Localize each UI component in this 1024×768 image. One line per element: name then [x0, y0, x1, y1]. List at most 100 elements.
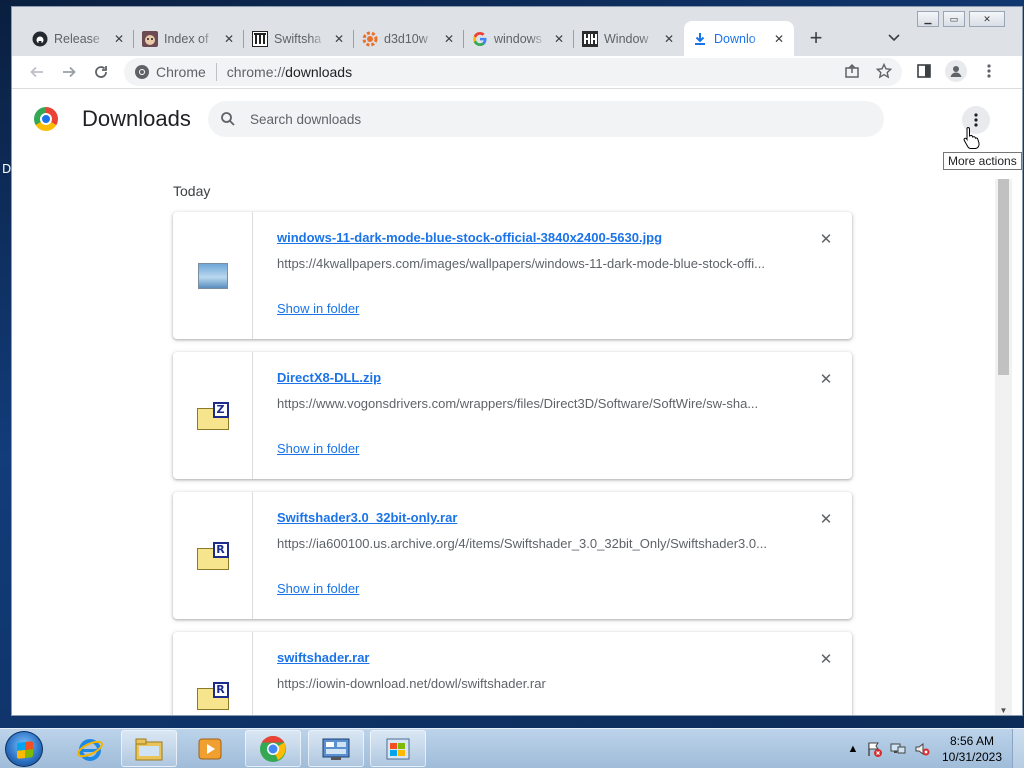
tab-search-button[interactable] [884, 26, 904, 50]
github-icon [32, 31, 48, 47]
image-file-icon [197, 262, 228, 289]
close-icon[interactable]: ✕ [222, 32, 236, 46]
taskbar-media-player[interactable] [182, 730, 238, 767]
zip-archive-icon: Z [196, 401, 229, 430]
close-window-button[interactable]: ✕ [969, 11, 1005, 27]
chrome-logo-icon [135, 65, 149, 79]
tab-title: d3d10w [384, 31, 428, 46]
volume-muted-icon[interactable] [914, 741, 930, 757]
tab-d3d10w[interactable]: d3d10w ✕ [354, 21, 464, 56]
reload-button[interactable] [88, 59, 114, 85]
tab-title: Window [604, 31, 649, 46]
page-scrollbar[interactable]: ▲ ▼ [995, 179, 1012, 715]
bookmark-button[interactable] [873, 60, 895, 82]
download-item: Z DirectX8-DLL.zip https://www.vogonsdri… [173, 352, 852, 479]
close-icon[interactable]: ✕ [772, 32, 786, 46]
page-header: Downloads [12, 90, 1022, 149]
download-item: windows-11-dark-mode-blue-stock-official… [173, 212, 852, 339]
tab-index-of[interactable]: Index of ✕ [134, 21, 244, 56]
building-icon [252, 30, 268, 47]
tab-swiftshader[interactable]: Swiftsha ✕ [244, 21, 354, 56]
share-button[interactable] [841, 60, 863, 82]
star-icon [876, 63, 892, 79]
windows-hh-icon [582, 30, 598, 47]
taskbar-clock[interactable]: 8:56 AM 10/31/2023 [936, 733, 1008, 765]
download-filename-link[interactable]: swiftshader.rar [277, 650, 370, 665]
control-panel-icon [322, 738, 350, 760]
tab-downloads[interactable]: Downlo ✕ [684, 21, 794, 56]
remove-item-button[interactable]: ✕ [817, 510, 835, 528]
tab-title: Index of [164, 31, 209, 46]
search-box[interactable] [208, 101, 884, 137]
show-hidden-icons-button[interactable]: ▲ [845, 741, 861, 757]
minimize-button[interactable]: ▁ [917, 11, 939, 27]
profile-button[interactable] [945, 60, 967, 82]
action-center-flag-icon[interactable] [866, 741, 882, 757]
browser-toolbar: Chrome chrome://downloads [12, 56, 1022, 89]
rar-archive-icon: R [196, 681, 229, 710]
network-icon[interactable] [890, 741, 906, 757]
google-icon [472, 31, 488, 47]
rar-archive-icon: R [196, 541, 229, 570]
close-icon[interactable]: ✕ [442, 32, 456, 46]
close-icon[interactable]: ✕ [332, 32, 346, 46]
show-in-folder-link[interactable]: Show in folder [277, 441, 359, 456]
taskbar-internet-explorer[interactable] [62, 730, 118, 767]
scrollbar-thumb[interactable] [998, 179, 1009, 375]
download-filename-link[interactable]: windows-11-dark-mode-blue-stock-official… [277, 230, 662, 245]
taskbar-control-panel[interactable] [308, 730, 364, 767]
tab-windows[interactable]: Window ✕ [574, 21, 684, 56]
chrome-window: Release ✕ Index of ✕ Swiftsha ✕ d3d10w ✕… [11, 6, 1023, 716]
close-icon[interactable]: ✕ [552, 32, 566, 46]
tab-windows-search[interactable]: windows ✕ [464, 21, 574, 56]
download-source-url: https://4kwallpapers.com/images/wallpape… [277, 256, 765, 271]
close-icon[interactable]: ✕ [112, 32, 126, 46]
download-source-url: https://iowin-download.net/dowl/swiftsha… [277, 676, 546, 691]
clock-date: 10/31/2023 [941, 750, 1003, 764]
tab-release[interactable]: Release ✕ [24, 21, 134, 56]
address-bar[interactable]: Chrome chrome://downloads [124, 58, 902, 86]
taskbar-chrome[interactable] [245, 730, 301, 767]
download-filename-link[interactable]: DirectX8-DLL.zip [277, 370, 381, 385]
arrow-left-icon [30, 66, 43, 78]
remove-item-button[interactable]: ✕ [817, 370, 835, 388]
show-desktop-button[interactable] [1012, 729, 1024, 768]
close-icon[interactable]: ✕ [662, 32, 676, 46]
new-tab-button[interactable]: + [804, 25, 828, 50]
show-in-folder-link[interactable]: Show in folder [277, 581, 359, 596]
more-actions-tooltip: More actions [943, 152, 1022, 170]
downloads-page: Downloads More actions Today windows-11-… [12, 90, 1022, 715]
reload-icon [95, 66, 107, 78]
side-panel-icon [917, 64, 931, 78]
security-chip-label: Chrome [156, 64, 206, 80]
chrome-logo-icon [34, 107, 58, 131]
show-in-folder-link[interactable]: Show in folder [277, 301, 359, 316]
taskbar-app-window[interactable] [370, 730, 426, 767]
scroll-down-arrow-icon[interactable]: ▼ [995, 703, 1012, 715]
back-button[interactable] [24, 59, 50, 85]
download-item: R swiftshader.rar https://iowin-download… [173, 632, 852, 715]
start-button[interactable] [5, 731, 43, 767]
download-icon [692, 31, 708, 47]
section-date-header: Today [173, 183, 211, 199]
maximize-button[interactable]: ▭ [943, 11, 965, 27]
tab-title: windows [494, 31, 542, 46]
media-player-icon [198, 738, 222, 759]
side-panel-button[interactable] [913, 60, 935, 82]
taskbar-file-explorer[interactable] [121, 730, 177, 767]
internet-explorer-icon [77, 738, 103, 761]
chrome-menu-button[interactable] [978, 60, 1000, 82]
remove-item-button[interactable]: ✕ [817, 230, 835, 248]
arrow-right-icon [63, 66, 76, 78]
desktop-icon-label: D [2, 162, 12, 176]
clock-time: 8:56 AM [949, 734, 995, 748]
forward-button[interactable] [56, 59, 82, 85]
download-filename-link[interactable]: Swiftshader3.0_32bit-only.rar [277, 510, 457, 525]
download-item: R Swiftshader3.0_32bit-only.rar https://… [173, 492, 852, 619]
taskbar: ▲ 8:56 AM 10/31/2023 [0, 728, 1024, 768]
folder-icon [135, 738, 163, 760]
kebab-icon [987, 64, 991, 78]
search-input[interactable] [250, 111, 810, 127]
remove-item-button[interactable]: ✕ [817, 650, 835, 668]
search-icon [221, 112, 235, 126]
